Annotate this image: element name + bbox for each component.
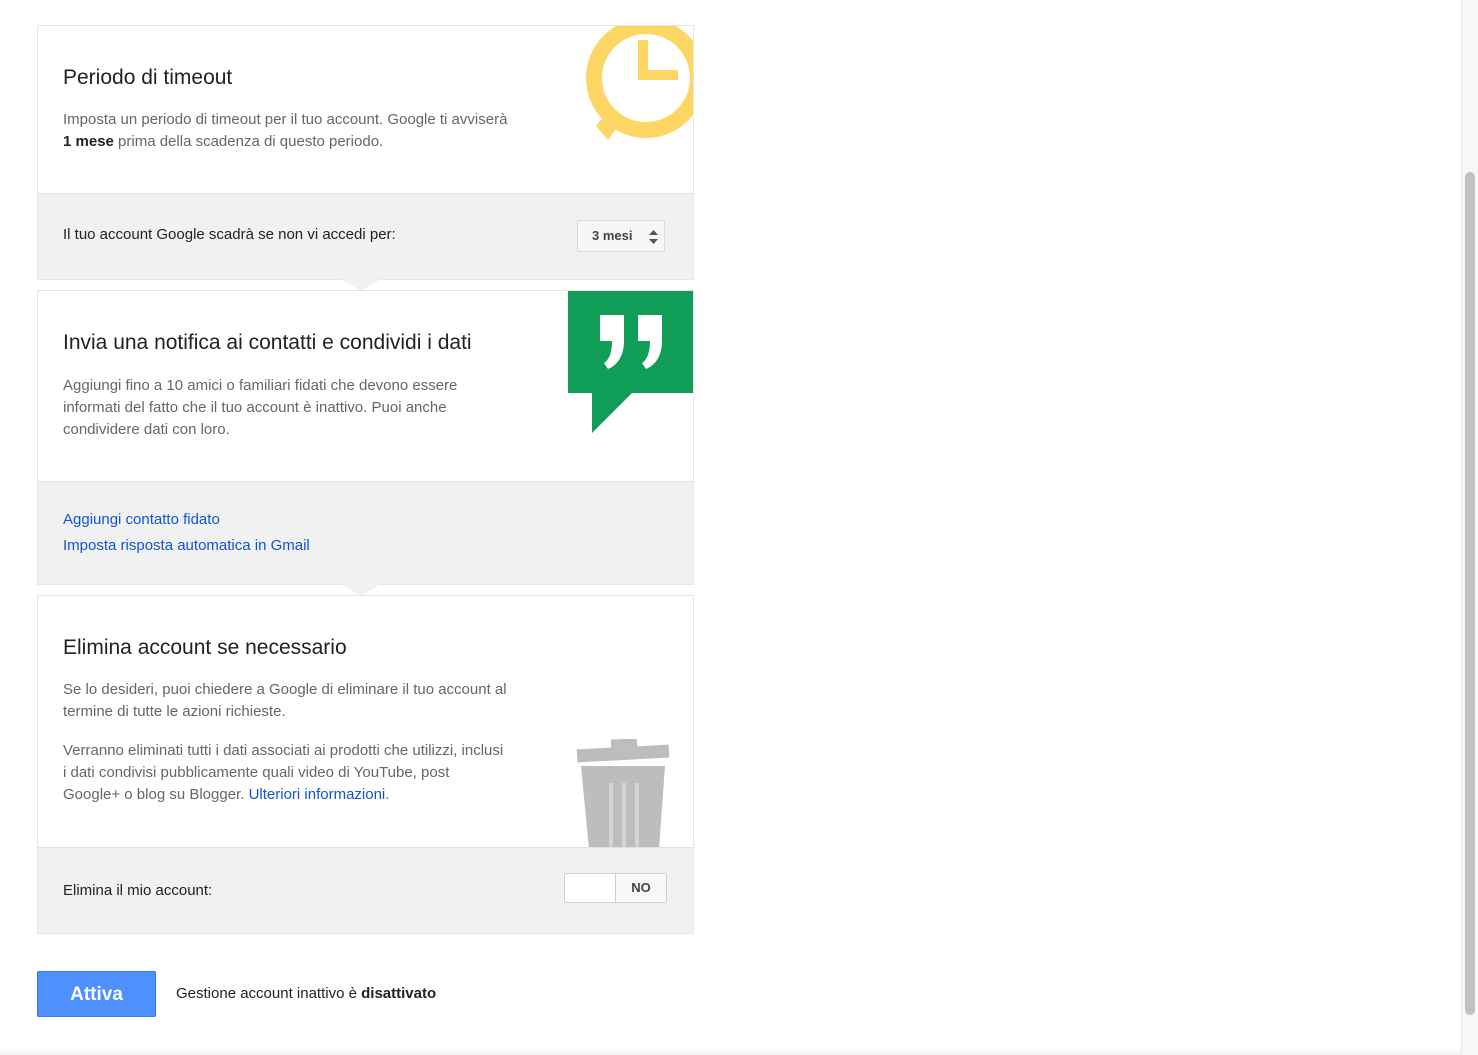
timeout-description-text-end: prima della scadenza di questo periodo. [113,133,384,150]
timeout-section-header: Periodo di timeout Imposta un periodo di… [38,26,693,193]
scrollbar-thumb[interactable] [1465,172,1475,1015]
delete-account-toggle[interactable]: NO [564,873,667,903]
add-trusted-contact-link[interactable]: Aggiungi contatto fidato [63,511,220,528]
inactive-manager-status: Gestione account inattivo è disattivato [176,985,436,1002]
toggle-knob [565,874,616,902]
delete-title: Elimina account se necessario [63,636,347,659]
delete-section-header: Elimina account se necessario Se lo desi… [38,596,693,847]
timeout-setting-label: Il tuo account Google scadrà se non vi a… [63,226,396,243]
trash-can-icon [576,739,670,847]
learn-more-link[interactable]: Ulteriori informazioni [249,786,386,803]
delete-description-period: . [385,786,390,803]
delete-setting-label: Elimina il mio account: [63,882,213,899]
select-arrows-icon [649,230,658,244]
page-bottom-edge [0,1047,1461,1055]
timeout-notice-period: 1 mese [63,133,114,150]
timeout-title: Periodo di timeout [63,66,233,89]
gmail-autoreply-link[interactable]: Imposta risposta automatica in Gmail [63,537,310,554]
status-value: disattivato [361,985,437,1002]
timeout-period-value: 3 mesi [592,228,633,243]
notify-description: Aggiungi fino a 10 amici o familiari fid… [63,377,458,438]
timeout-setting-row: Il tuo account Google scadrà se non vi a… [38,193,693,279]
timeout-section: Periodo di timeout Imposta un periodo di… [37,25,694,280]
notify-section-header: Invia una notifica ai contatti e condivi… [38,291,693,481]
delete-description-1: Se lo desideri, puoi chiedere a Google d… [63,681,507,720]
status-prefix: Gestione account inattivo è [176,985,362,1002]
delete-setting-row: Elimina il mio account: NO [38,847,693,933]
timeout-description-text: Imposta un periodo di timeout per il tuo… [63,111,508,128]
timeout-description: Imposta un periodo di timeout per il tuo… [63,109,508,153]
delete-section: Elimina account se necessario Se lo desi… [37,595,694,934]
notify-section: Invia una notifica ai contatti e condivi… [37,290,694,585]
delete-description-2: Verranno eliminati tutti i dati associat… [63,740,508,806]
quote-bubble-icon [568,291,693,433]
timeout-period-select[interactable]: 3 mesi [577,220,665,252]
toggle-state: NO [631,880,651,895]
vertical-scrollbar[interactable] [1461,0,1478,1055]
notify-actions-row: Aggiungi contatto fidato Imposta rispost… [38,481,693,584]
activate-button[interactable]: Attiva [37,971,156,1017]
alarm-clock-icon [586,26,693,140]
notify-title: Invia una notifica ai contatti e condivi… [63,331,472,354]
